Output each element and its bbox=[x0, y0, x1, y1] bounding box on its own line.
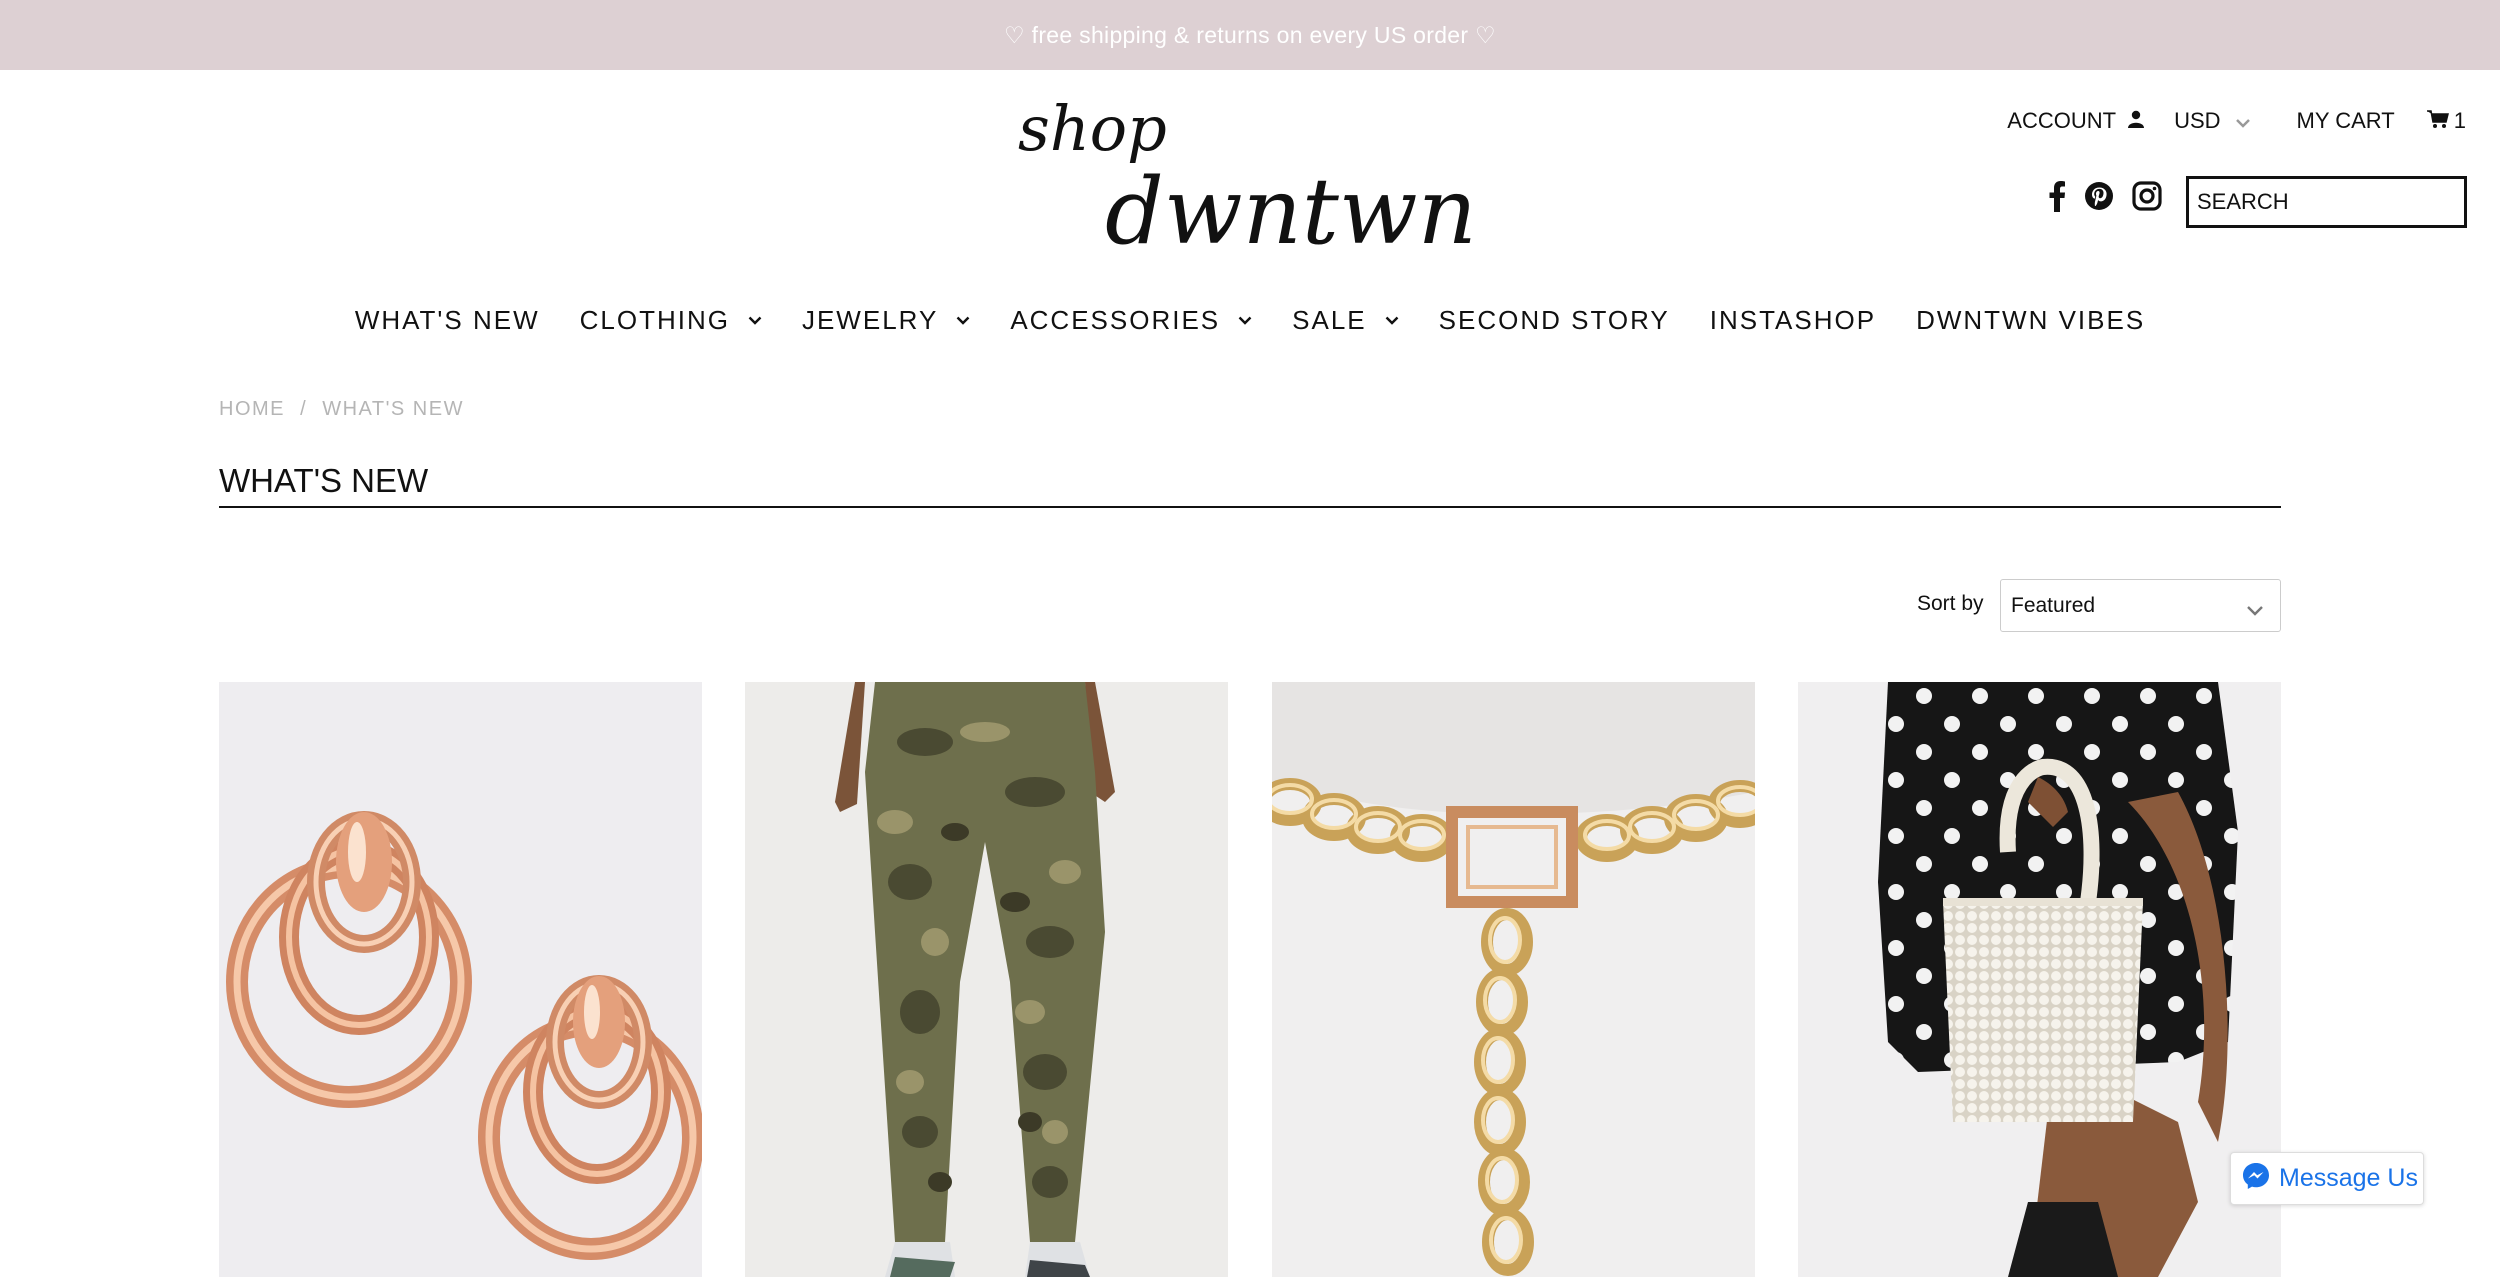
nav-item-dwntwn-vibes[interactable]: DWNTWN VIBES bbox=[1916, 305, 2145, 336]
nav-item-second-story[interactable]: SECOND STORY bbox=[1439, 305, 1670, 336]
breadcrumb-current: WHAT'S NEW bbox=[322, 398, 464, 420]
messenger-button[interactable]: Message Us bbox=[2230, 1152, 2424, 1205]
chevron-down-icon bbox=[1385, 316, 1399, 325]
facebook-icon[interactable] bbox=[2048, 180, 2066, 212]
account-link[interactable]: ACCOUNT bbox=[2007, 108, 2145, 134]
announcement-text: ♡ free shipping & returns on every US or… bbox=[1004, 21, 1496, 48]
nav-item-sale[interactable]: SALE bbox=[1292, 305, 1399, 336]
chevron-down-icon bbox=[956, 316, 970, 325]
messenger-icon bbox=[2241, 1161, 2271, 1196]
main-nav: WHAT'S NEW CLOTHING JEWELRY ACCESSORIES SALE… bbox=[0, 300, 2500, 340]
messenger-label: Message Us bbox=[2279, 1164, 2418, 1192]
nav-item-label: SECOND STORY bbox=[1438, 304, 1670, 335]
product-image-pearl-bag[interactable] bbox=[1798, 682, 2281, 1277]
search-input[interactable] bbox=[2186, 176, 2467, 228]
pinterest-icon[interactable] bbox=[2084, 181, 2114, 211]
product-card[interactable] bbox=[219, 682, 702, 1277]
product-image-earrings[interactable] bbox=[219, 682, 702, 1277]
breadcrumb-separator: / bbox=[300, 398, 308, 420]
instagram-icon[interactable] bbox=[2132, 181, 2162, 211]
nav-item-label: CLOTHING bbox=[579, 304, 730, 335]
nav-item-accessories[interactable]: ACCESSORIES bbox=[1010, 305, 1252, 336]
nav-item-label: DWNTWN VIBES bbox=[1916, 304, 2146, 335]
cart-icon bbox=[2426, 108, 2449, 134]
user-icon bbox=[2128, 108, 2145, 134]
product-card[interactable] bbox=[1272, 682, 1755, 1277]
page-title: WHAT'S NEW bbox=[219, 462, 429, 499]
product-image-chain-belt[interactable] bbox=[1272, 682, 1755, 1277]
breadcrumb-home[interactable]: HOME bbox=[219, 398, 285, 420]
product-grid bbox=[0, 682, 2500, 1277]
logo-line1: shop bbox=[1018, 92, 1167, 165]
currency-selector[interactable]: USD bbox=[2174, 108, 2250, 134]
currency-value: USD bbox=[2174, 108, 2221, 133]
logo-line2: dwntwn bbox=[1105, 158, 1477, 265]
product-image-camo-pants[interactable] bbox=[745, 682, 1228, 1277]
nav-item-instashop[interactable]: INSTASHOP bbox=[1710, 305, 1876, 336]
nav-item-label: JEWELRY bbox=[801, 304, 939, 335]
nav-item-clothing[interactable]: CLOTHING bbox=[580, 305, 762, 336]
chevron-down-icon bbox=[2235, 108, 2251, 134]
nav-item-jewelry[interactable]: JEWELRY bbox=[802, 305, 970, 336]
sort-label: Sort by bbox=[1917, 592, 1984, 615]
title-divider bbox=[219, 506, 2281, 508]
cart-label: MY CART bbox=[2296, 108, 2395, 133]
product-card[interactable] bbox=[1798, 682, 2281, 1277]
sort-selected-value: Featured bbox=[2011, 593, 2096, 617]
sort-select[interactable]: Featured bbox=[2000, 579, 2281, 632]
product-card[interactable] bbox=[745, 682, 1228, 1277]
nav-item-label: ACCESSORIES bbox=[1010, 304, 1221, 335]
breadcrumb: HOME / WHAT'S NEW bbox=[219, 398, 464, 421]
header-utilities: ACCOUNT USD MY CART 1 bbox=[2007, 108, 2466, 134]
nav-item-label: INSTASHOP bbox=[1709, 304, 1877, 335]
chevron-down-icon bbox=[1238, 316, 1252, 325]
account-label: ACCOUNT bbox=[2007, 108, 2117, 133]
announcement-bar: ♡ free shipping & returns on every US or… bbox=[0, 0, 2500, 70]
site-logo[interactable]: shop dwntwn bbox=[1010, 88, 1490, 268]
nav-item-label: WHAT'S NEW bbox=[354, 304, 540, 335]
nav-item-what-s-new[interactable]: WHAT'S NEW bbox=[355, 305, 540, 336]
chevron-down-icon bbox=[748, 316, 762, 325]
nav-item-label: SALE bbox=[1292, 304, 1367, 335]
cart-link[interactable]: MY CART 1 bbox=[2297, 108, 2466, 134]
social-links bbox=[2048, 180, 2162, 212]
chevron-down-icon bbox=[2246, 598, 2264, 622]
cart-count: 1 bbox=[2453, 108, 2466, 133]
